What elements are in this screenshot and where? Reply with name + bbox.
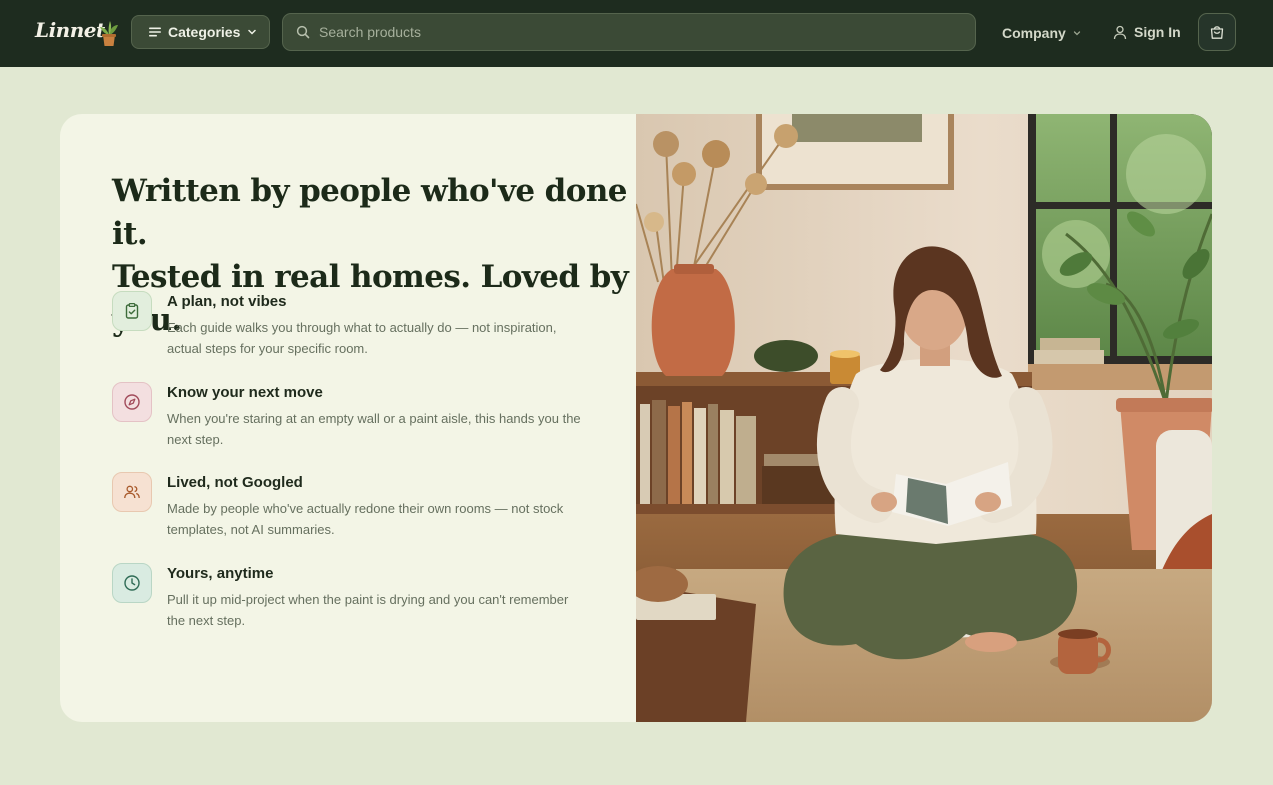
- compass-icon: [112, 382, 152, 422]
- brand-logo[interactable]: Linnet: [35, 18, 105, 42]
- categories-label: Categories: [168, 24, 241, 40]
- top-navigation-bar: Linnet Categories Company: [0, 0, 1273, 67]
- users-icon: [112, 472, 152, 512]
- company-label: Company: [1002, 25, 1066, 41]
- feature-description: When you're staring at an empty wall or …: [167, 411, 581, 447]
- feature-description: Made by people who've actually redone th…: [167, 501, 564, 537]
- chevron-down-icon: [1073, 31, 1080, 36]
- chevron-down-icon: [248, 29, 257, 35]
- feature-title: Know your next move: [167, 384, 323, 401]
- user-icon: [1113, 25, 1127, 39]
- hero-photo: [636, 114, 1212, 722]
- categories-button[interactable]: Categories: [131, 15, 270, 49]
- feature-title: Yours, anytime: [167, 565, 274, 582]
- sign-in-link[interactable]: Sign In: [1113, 22, 1181, 42]
- potted-plant-icon: [100, 21, 118, 46]
- clock-icon: [112, 563, 152, 603]
- feature-description: Pull it up mid-project when the paint is…: [167, 592, 569, 628]
- company-menu[interactable]: Company: [1002, 23, 1082, 43]
- search-icon: [296, 25, 310, 39]
- feature-title: Lived, not Googled: [167, 474, 303, 491]
- search-input[interactable]: [319, 24, 919, 40]
- shopping-bag-icon: [1210, 26, 1224, 39]
- sign-in-label: Sign In: [1134, 24, 1181, 40]
- cart-button[interactable]: [1198, 13, 1236, 51]
- feature-description: Each guide walks you through what to act…: [167, 320, 557, 356]
- search-bar[interactable]: [282, 13, 976, 51]
- feature-title: A plan, not vibes: [167, 293, 287, 310]
- hero-card: Written by people who've done it. Tested…: [60, 114, 1212, 722]
- headline-line-1: Written by people who've done it.: [112, 173, 627, 252]
- clipboard-check-icon: [112, 291, 152, 331]
- menu-lines-icon: [149, 27, 161, 37]
